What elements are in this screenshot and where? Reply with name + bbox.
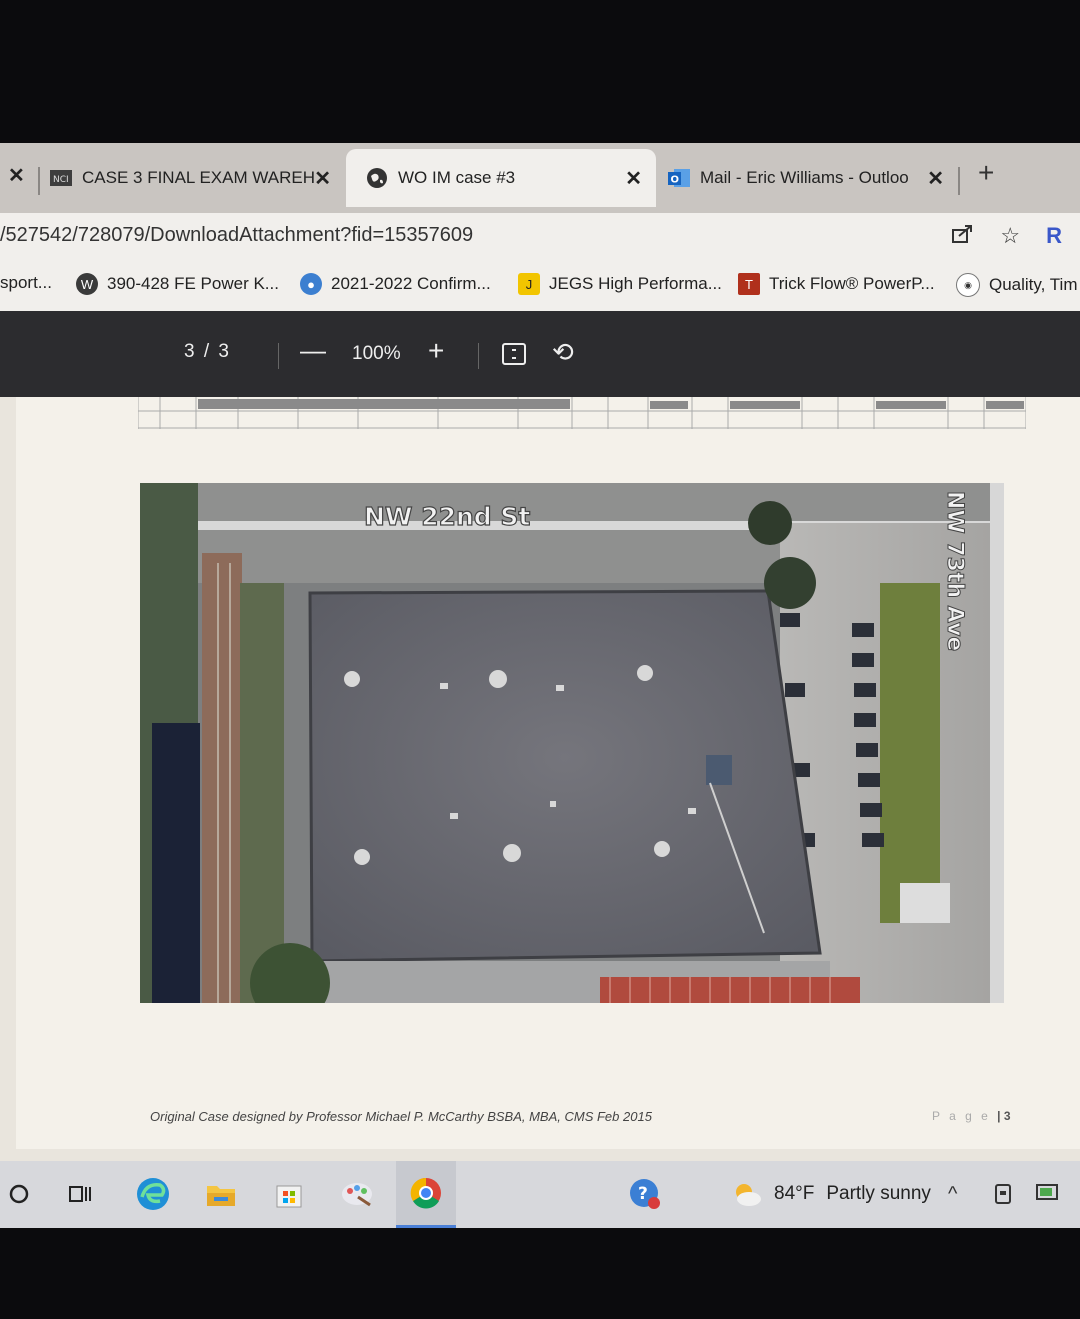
url-field[interactable]: /527542/728079/DownloadAttachment?fid=15… bbox=[0, 224, 473, 247]
svg-text:NCI: NCI bbox=[53, 175, 69, 185]
street-label-top: NW 22nd St bbox=[364, 502, 530, 531]
touch-keyboard-icon[interactable] bbox=[994, 1183, 1012, 1211]
wordpress-icon: W bbox=[76, 273, 98, 295]
bookmark-star-icon[interactable]: ☆ bbox=[1000, 223, 1020, 249]
svg-text:?: ? bbox=[638, 1184, 648, 1204]
bookmark-item[interactable]: ● 2021-2022 Confirm... bbox=[300, 273, 491, 295]
jegs-icon: J bbox=[518, 273, 540, 295]
browser-window: ✕ NCI CASE 3 FINAL EXAM WAREH ✕ WO IM ca… bbox=[0, 143, 1080, 1228]
edge-icon[interactable] bbox=[134, 1175, 172, 1213]
help-icon[interactable]: ? bbox=[626, 1175, 664, 1213]
tab-bar: ✕ NCI CASE 3 FINAL EXAM WAREH ✕ WO IM ca… bbox=[0, 143, 1080, 213]
partly-sunny-icon bbox=[736, 1184, 761, 1206]
bookmark-label: JEGS High Performa... bbox=[549, 274, 722, 293]
trickflow-icon: T bbox=[738, 273, 760, 295]
weather-desc: Partly sunny bbox=[826, 1183, 931, 1204]
globe-icon: ● bbox=[300, 273, 322, 295]
profile-avatar[interactable]: R bbox=[1046, 223, 1062, 249]
bookmark-label: 390-428 FE Power K... bbox=[107, 274, 279, 293]
close-icon[interactable]: ✕ bbox=[8, 163, 25, 188]
toolbar-divider bbox=[278, 343, 279, 369]
outlook-icon: O bbox=[668, 167, 690, 189]
fit-page-icon[interactable] bbox=[502, 343, 526, 365]
zoom-in-icon[interactable]: + bbox=[428, 335, 444, 367]
page-footer-number: P a g e | 3 bbox=[932, 1109, 1011, 1123]
bookmark-label: Quality, Tim bbox=[989, 275, 1078, 294]
store-icon[interactable] bbox=[270, 1175, 308, 1213]
bookmark-label: 2021-2022 Confirm... bbox=[331, 274, 491, 293]
close-tab-icon[interactable]: ✕ bbox=[625, 166, 642, 191]
close-tab-icon[interactable]: ✕ bbox=[314, 166, 331, 191]
search-circle-icon[interactable] bbox=[0, 1175, 38, 1213]
close-tab-icon[interactable]: ✕ bbox=[927, 166, 944, 191]
tab-label: Mail - Eric Williams - Outloo bbox=[700, 168, 909, 187]
page-word: P a g e bbox=[932, 1109, 991, 1123]
page-indicator[interactable]: 3 / 3 bbox=[184, 341, 231, 363]
pdf-toolbar: 3 / 3 — 100% + ⟲ bbox=[0, 311, 1080, 397]
globe-icon bbox=[366, 167, 388, 189]
new-tab-plus-icon[interactable]: + bbox=[978, 157, 994, 189]
rotate-icon[interactable]: ⟲ bbox=[552, 337, 574, 368]
bookmarks-bar: sport... W 390-428 FE Power K... ● 2021-… bbox=[0, 261, 1080, 312]
battery-icon[interactable] bbox=[1036, 1183, 1060, 1207]
bookmark-item[interactable]: sport... bbox=[0, 273, 52, 293]
task-view-icon[interactable] bbox=[62, 1175, 100, 1213]
windows-taskbar: ? 84°F Partly sunny ^ bbox=[0, 1161, 1080, 1228]
weather-widget[interactable]: 84°F Partly sunny bbox=[732, 1181, 931, 1207]
site-icon: ◉ bbox=[956, 273, 980, 297]
bookmark-item[interactable]: T Trick Flow® PowerP... bbox=[738, 273, 935, 295]
bookmark-label: Trick Flow® PowerP... bbox=[769, 274, 935, 293]
bookmark-label: sport... bbox=[0, 273, 52, 292]
tab-case3-final-exam[interactable]: NCI CASE 3 FINAL EXAM WAREH ✕ bbox=[50, 149, 345, 207]
paint-icon[interactable] bbox=[338, 1175, 376, 1213]
bookmark-item[interactable]: ◉ Quality, Tim bbox=[956, 273, 1077, 297]
address-bar: /527542/728079/DownloadAttachment?fid=15… bbox=[0, 213, 1080, 261]
page-footer-credit: Original Case designed by Professor Mich… bbox=[150, 1109, 652, 1124]
share-icon[interactable] bbox=[952, 223, 974, 249]
tab-label: WO IM case #3 bbox=[398, 168, 516, 187]
weather-temp: 84°F bbox=[774, 1183, 815, 1204]
bookmark-item[interactable]: W 390-428 FE Power K... bbox=[76, 273, 279, 295]
page-number: | 3 bbox=[997, 1109, 1011, 1123]
svg-text:O: O bbox=[671, 175, 680, 186]
street-label-side: NW 73th Ave bbox=[942, 491, 967, 651]
toolbar-divider bbox=[478, 343, 479, 369]
document-icon: NCI bbox=[50, 167, 72, 189]
tab-label: CASE 3 FINAL EXAM WAREH bbox=[82, 168, 316, 187]
chrome-icon[interactable] bbox=[396, 1161, 456, 1228]
tab-separator bbox=[38, 167, 40, 195]
tab-separator bbox=[958, 167, 960, 195]
pdf-page: NW 22nd St NW 73th Ave Original Case des… bbox=[16, 397, 1080, 1149]
zoom-out-icon[interactable]: — bbox=[300, 335, 326, 366]
bookmark-item[interactable]: J JEGS High Performa... bbox=[518, 273, 722, 295]
file-explorer-icon[interactable] bbox=[202, 1175, 240, 1213]
aerial-photo: NW 22nd St NW 73th Ave bbox=[140, 483, 1004, 1003]
zoom-level[interactable]: 100% bbox=[352, 343, 401, 365]
tab-outlook-mail[interactable]: O Mail - Eric Williams - Outloo ✕ bbox=[668, 149, 958, 207]
tab-wo-im-case3[interactable]: WO IM case #3 ✕ bbox=[346, 149, 656, 207]
chevron-up-icon[interactable]: ^ bbox=[948, 1183, 957, 1206]
table-fragment bbox=[138, 397, 1026, 429]
